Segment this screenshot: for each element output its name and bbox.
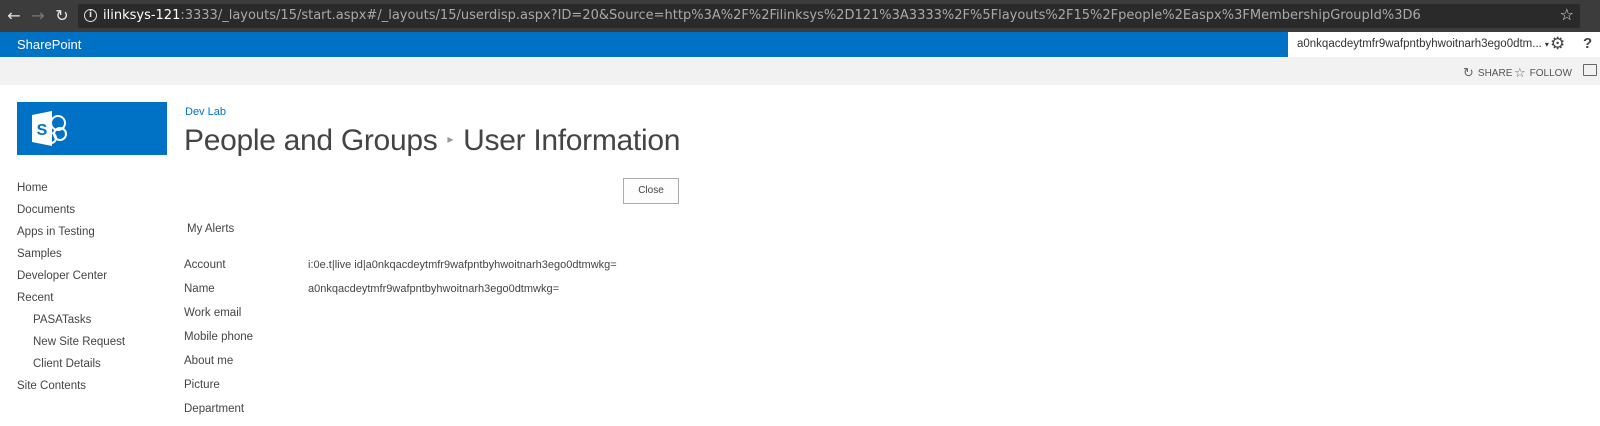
user-name: a0nkqacdeytmfr9wafpntbyhwoitnarh3ego0dtm… xyxy=(1297,38,1542,50)
nav-item-home[interactable]: Home xyxy=(17,182,48,194)
settings-gear-icon[interactable]: ⚙ xyxy=(1550,34,1565,54)
breadcrumb-arrow-icon: ▸ xyxy=(447,132,454,146)
share-button[interactable]: ↻ SHARE xyxy=(1463,66,1512,81)
page-title: People and Groups ▸ User Information xyxy=(184,124,680,158)
user-menu[interactable]: a0nkqacdeytmfr9wafpntbyhwoitnarh3ego0dtm… xyxy=(1297,38,1549,50)
field-label-name: Name xyxy=(184,283,215,295)
my-alerts-link[interactable]: My Alerts xyxy=(187,223,234,235)
browser-toolbar: ← → ↻ i ilinksys-121:3333/_layouts/15/st… xyxy=(0,0,1600,32)
forward-icon[interactable]: → xyxy=(28,6,48,26)
field-label-mobile-phone: Mobile phone xyxy=(184,331,254,343)
breadcrumb-site-link[interactable]: Dev Lab xyxy=(185,106,226,118)
nav-item-developer-center[interactable]: Developer Center xyxy=(17,270,107,282)
site-logo[interactable]: S xyxy=(17,102,167,155)
url-host: ilinksys-121 xyxy=(103,8,181,23)
field-label-work-email: Work email xyxy=(184,307,242,319)
url-text[interactable]: ilinksys-121:3333/_layouts/15/start.aspx… xyxy=(103,8,1421,23)
field-value-name: a0nkqacdeytmfr9wafpntbyhwoitnarh3ego0dtm… xyxy=(308,283,560,295)
title-user-information: User Information xyxy=(463,124,681,157)
close-button[interactable]: Close xyxy=(623,178,679,204)
nav-item-new-site-request[interactable]: New Site Request xyxy=(33,336,125,348)
suite-bar-brand-area: SharePoint xyxy=(0,32,1288,57)
field-label-department: Department xyxy=(184,403,245,415)
url-path: :3333/_layouts/15/start.aspx#/_layouts/1… xyxy=(180,8,1421,23)
nav-item-documents[interactable]: Documents xyxy=(17,204,75,216)
follow-button[interactable]: ☆ FOLLOW xyxy=(1514,66,1572,81)
nav-item-samples[interactable]: Samples xyxy=(17,248,62,260)
title-people-and-groups-link[interactable]: People and Groups xyxy=(184,124,438,157)
chevron-down-icon: ▾ xyxy=(1544,40,1549,49)
reload-icon[interactable]: ↻ xyxy=(52,6,72,26)
sharepoint-brand-link[interactable]: SharePoint xyxy=(17,37,81,52)
field-label-account: Account xyxy=(184,259,226,271)
field-label-picture: Picture xyxy=(184,379,220,391)
field-value-account: i:0e.t|live id|a0nkqacdeytmfr9wafpntbyhw… xyxy=(308,259,617,271)
share-icon: ↻ xyxy=(1463,66,1474,81)
follow-star-icon: ☆ xyxy=(1514,66,1526,81)
field-label-about-me: About me xyxy=(184,355,234,367)
svg-text:S: S xyxy=(37,122,48,139)
share-label: SHARE xyxy=(1477,68,1513,79)
nav-item-recent[interactable]: Recent xyxy=(17,292,53,304)
back-icon[interactable]: ← xyxy=(4,6,24,26)
suite-bar: SharePoint a0nkqacdeytmfr9wafpntbyhwoitn… xyxy=(0,32,1600,57)
site-info-icon[interactable]: i xyxy=(84,9,97,22)
focus-on-content-icon[interactable] xyxy=(1583,64,1597,76)
nav-item-apps-in-testing[interactable]: Apps in Testing xyxy=(17,226,95,238)
ribbon-bar: ↻ SHARE ☆ FOLLOW xyxy=(0,57,1600,85)
bookmark-star-icon[interactable]: ☆ xyxy=(1560,5,1574,24)
nav-item-client-details[interactable]: Client Details xyxy=(33,358,101,370)
follow-label: FOLLOW xyxy=(1529,68,1572,79)
sharepoint-logo-icon: S xyxy=(32,111,67,146)
nav-item-pasatasks[interactable]: PASATasks xyxy=(33,314,91,326)
nav-item-site-contents[interactable]: Site Contents xyxy=(17,380,86,392)
help-icon[interactable]: ? xyxy=(1583,35,1592,52)
